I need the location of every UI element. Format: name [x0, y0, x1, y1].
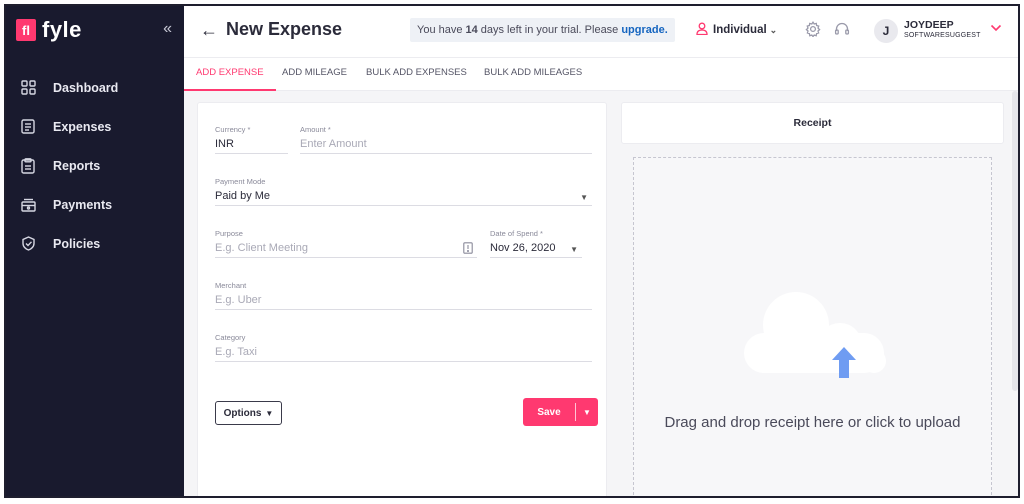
reports-icon: [20, 157, 36, 174]
payment-mode-label: Payment Mode: [215, 177, 266, 186]
date-of-spend-field[interactable]: Date of Spend * Nov 26, 2020 ▼: [490, 229, 582, 258]
options-button[interactable]: Options ▼: [215, 401, 282, 425]
brand[interactable]: fl fyle: [16, 16, 82, 44]
category-field[interactable]: Category E.g. Taxi: [215, 333, 592, 362]
avatar[interactable]: J: [874, 19, 898, 43]
sidebar-nav: Dashboard Expenses Reports Payments Poli…: [6, 68, 184, 263]
tab-add-expense[interactable]: ADD EXPENSE: [184, 58, 276, 91]
purpose-input[interactable]: E.g. Client Meeting: [215, 242, 477, 258]
sidebar-item-policies[interactable]: Policies: [6, 224, 184, 263]
sidebar-item-label: Payments: [53, 197, 113, 212]
collapse-sidebar-button[interactable]: «: [163, 20, 172, 38]
merchant-field[interactable]: Merchant E.g. Uber: [215, 281, 592, 310]
merchant-label: Merchant: [215, 281, 247, 290]
payment-mode-select[interactable]: Paid by Me: [215, 190, 592, 206]
category-label: Category: [215, 333, 246, 342]
dropdown-caret-icon: ▼: [580, 193, 588, 202]
sidebar-item-label: Policies: [53, 236, 101, 251]
page-title: New Expense: [226, 19, 343, 39]
purpose-field[interactable]: Purpose E.g. Client Meeting: [215, 229, 477, 258]
expense-form: Currency * INR Amount * Enter Amount Pay…: [197, 102, 607, 496]
save-divider: [575, 403, 576, 421]
amount-input[interactable]: Enter Amount: [300, 138, 592, 154]
purpose-label: Purpose: [215, 229, 243, 238]
trial-suffix: days left in your trial. Please: [480, 24, 619, 36]
payment-mode-field[interactable]: Payment Mode Paid by Me ▼: [215, 177, 592, 206]
user-menu-chevron-icon[interactable]: [990, 21, 1002, 35]
caret-down-icon: ▼: [265, 408, 274, 418]
date-of-spend-label: Date of Spend *: [490, 229, 543, 238]
tab-bulk-add-expenses[interactable]: BULK ADD EXPENSES: [366, 58, 467, 91]
trial-prefix: You have: [417, 24, 463, 36]
account-mode-label: Individual: [713, 24, 767, 36]
top-header: ← New Expense You have 14 days left in y…: [184, 6, 1018, 58]
app-window: fl fyle « Dashboard Expenses Reports Pay…: [4, 4, 1020, 498]
page-scrollbar[interactable]: [1012, 91, 1018, 391]
options-label: Options: [223, 407, 262, 419]
sidebar-item-label: Reports: [53, 158, 101, 173]
headset-support-icon[interactable]: [834, 21, 850, 42]
tab-bulk-add-mileages[interactable]: BULK ADD MILEAGES: [484, 58, 582, 91]
fyle-logo-icon: fl: [16, 19, 36, 41]
settings-gear-icon[interactable]: [805, 21, 821, 42]
policies-icon: [20, 236, 36, 252]
sidebar-item-label: Expenses: [53, 119, 112, 134]
sidebar-item-label: Dashboard: [53, 80, 119, 95]
account-mode-dropdown[interactable]: Individual ⌄: [696, 22, 777, 38]
back-arrow-icon[interactable]: ←: [200, 20, 218, 41]
currency-value[interactable]: INR: [215, 138, 288, 154]
expenses-icon: [20, 119, 36, 135]
receipt-header: Receipt: [621, 102, 1004, 144]
save-label: Save: [537, 406, 561, 418]
sidebar: fl fyle « Dashboard Expenses Reports Pay…: [6, 6, 184, 496]
person-icon: [696, 22, 708, 38]
sidebar-item-dashboard[interactable]: Dashboard: [6, 68, 184, 107]
amount-field[interactable]: Amount * Enter Amount: [300, 125, 592, 154]
cloud-upload-icon: [744, 292, 886, 378]
sidebar-item-payments[interactable]: Payments: [6, 185, 184, 224]
brand-name: fyle: [42, 17, 82, 42]
chevron-down-icon: ⌄: [769, 24, 778, 35]
save-options-caret-icon[interactable]: ▼: [576, 408, 598, 417]
dashboard-icon: [20, 80, 36, 96]
dropzone-text: Drag and drop receipt here or click to u…: [664, 414, 961, 431]
category-input[interactable]: E.g. Taxi: [215, 346, 592, 362]
currency-field[interactable]: Currency * INR: [215, 125, 288, 154]
date-of-spend-select[interactable]: Nov 26, 2020: [490, 242, 582, 258]
trial-days: 14: [465, 24, 478, 36]
upgrade-link[interactable]: upgrade.: [621, 24, 667, 36]
amount-label: Amount *: [300, 125, 331, 134]
sidebar-item-reports[interactable]: Reports: [6, 146, 184, 185]
currency-label: Currency *: [215, 125, 251, 134]
expense-tabs: ADD EXPENSE ADD MILEAGE BULK ADD EXPENSE…: [184, 58, 1018, 91]
user-org: SOFTWARESUGGEST: [904, 32, 981, 39]
tab-add-mileage[interactable]: ADD MILEAGE: [282, 58, 347, 91]
sidebar-item-expenses[interactable]: Expenses: [6, 107, 184, 146]
note-icon[interactable]: [463, 242, 473, 257]
trial-banner: You have 14 days left in your trial. Ple…: [410, 18, 675, 42]
dropdown-caret-icon: ▼: [570, 245, 578, 254]
merchant-input[interactable]: E.g. Uber: [215, 294, 592, 310]
receipt-title: Receipt: [793, 117, 832, 129]
payments-icon: [20, 197, 36, 213]
save-button[interactable]: Save ▼: [523, 398, 598, 426]
user-name: JOYDEEP: [904, 19, 954, 31]
receipt-dropzone[interactable]: Drag and drop receipt here or click to u…: [633, 157, 992, 496]
